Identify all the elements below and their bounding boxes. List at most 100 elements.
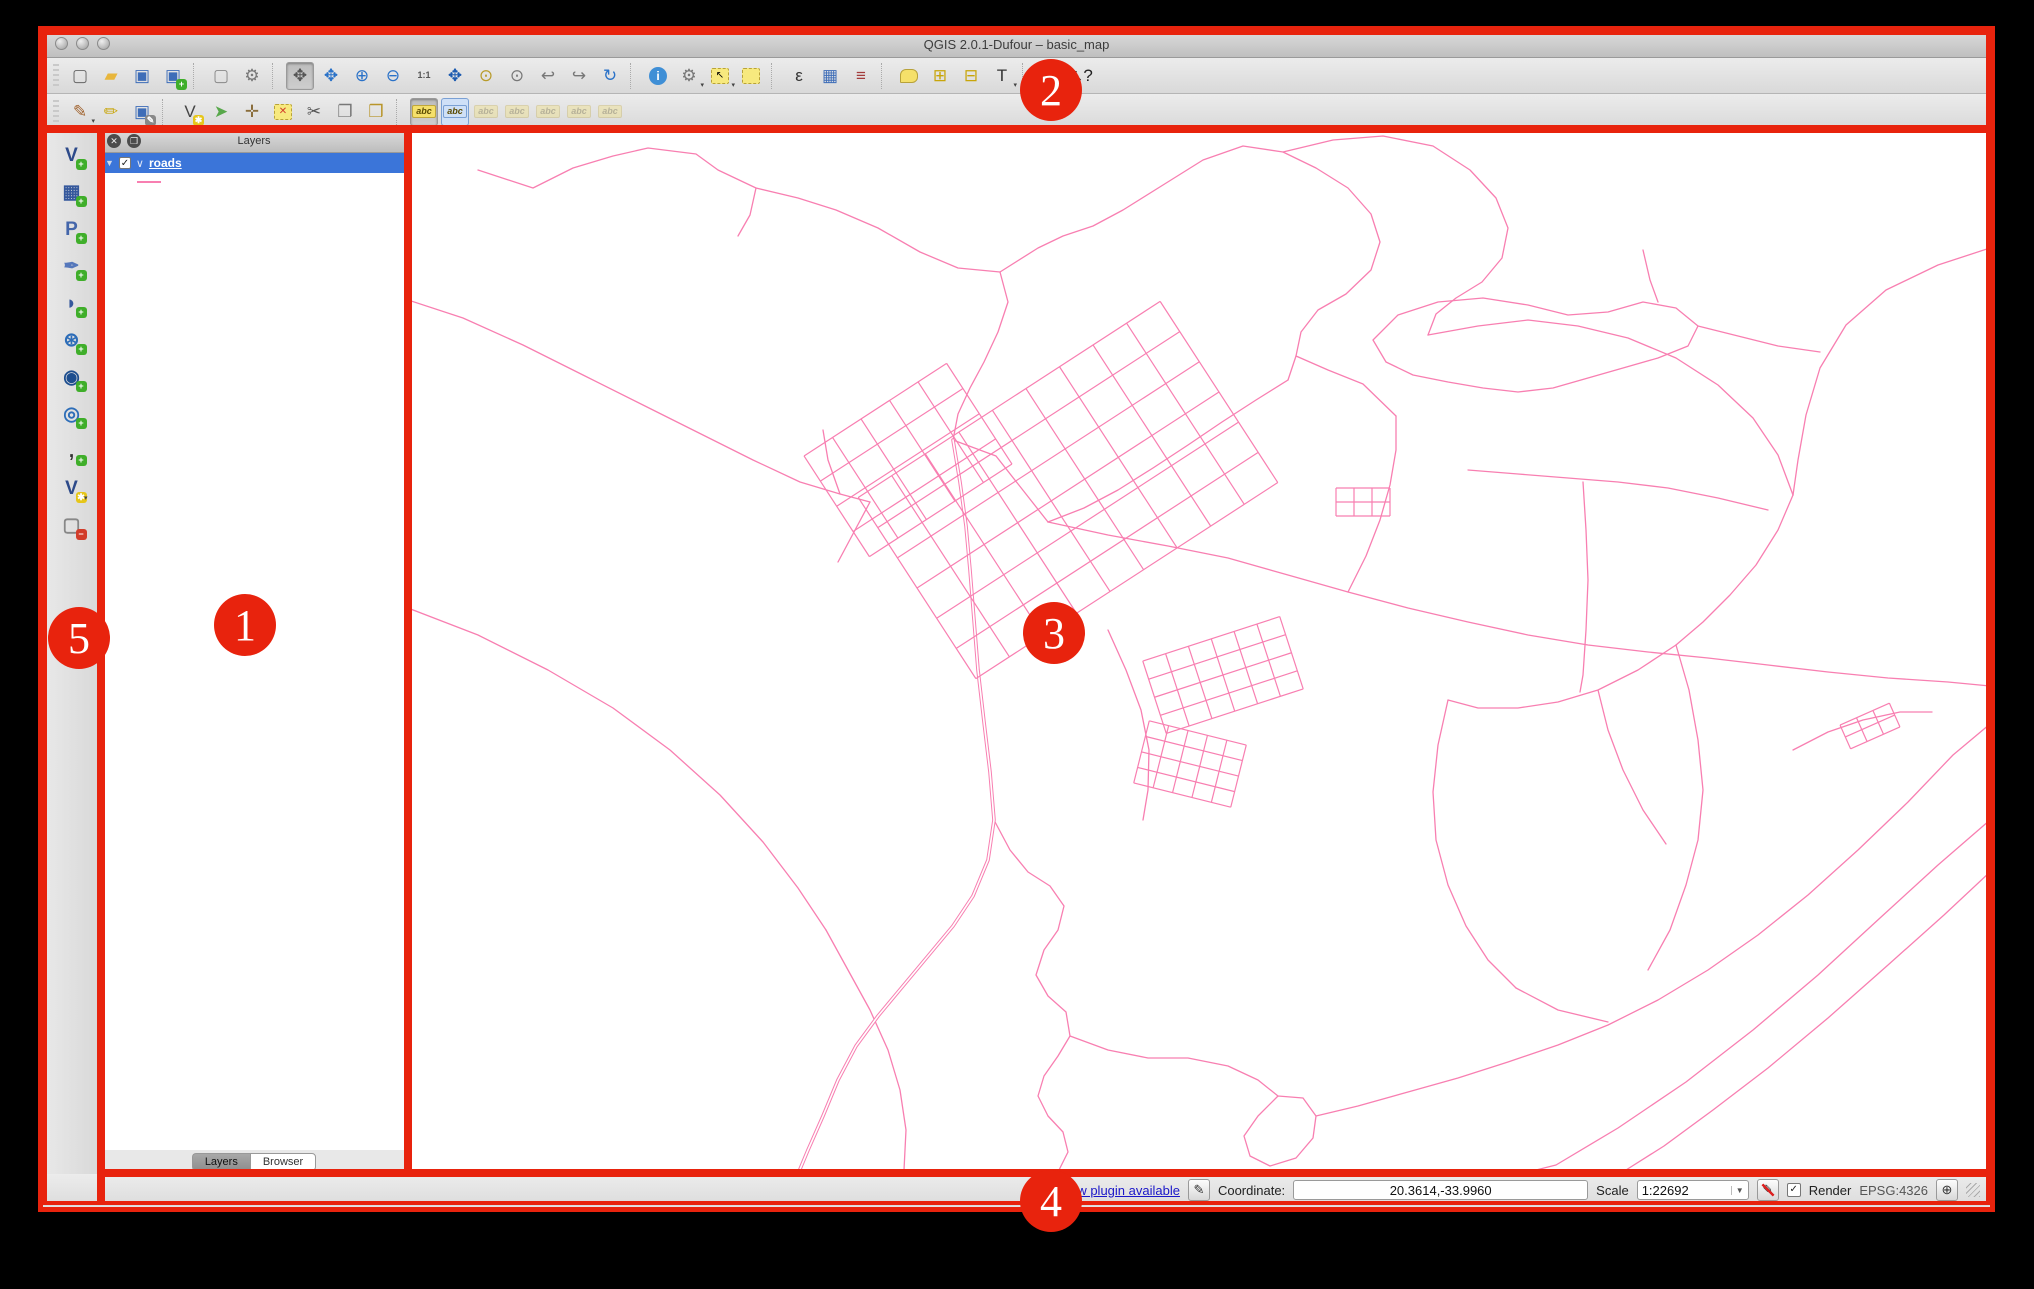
labeling-button[interactable]: abc	[410, 97, 438, 126]
select-features-icon: ↖	[711, 67, 729, 84]
tab-browser[interactable]: Browser	[249, 1153, 317, 1171]
composer-manager-button[interactable]: ⚙	[238, 62, 266, 90]
new-shapefile-layer-button[interactable]: V ✱ ▾	[57, 473, 88, 503]
attribute-table-button[interactable]: ▦	[816, 62, 844, 90]
resize-grip[interactable]	[1966, 1183, 1980, 1197]
zoom-to-layer-button[interactable]: ⊙	[503, 62, 531, 90]
toolbar-drag-handle[interactable]	[53, 63, 59, 88]
window-title: QGIS 2.0.1-Dufour – basic_map	[923, 36, 1110, 52]
deselect-features-button[interactable]	[737, 62, 765, 90]
remove-layer-button[interactable]: ▢ −	[57, 510, 87, 540]
expander-icon[interactable]: ▼	[105, 158, 114, 168]
add-raster-layer-badge-icon: +	[75, 196, 87, 207]
cut-features-button[interactable]: ✂	[300, 98, 328, 126]
add-mssql-layer-button[interactable]: ◗ +	[57, 288, 87, 318]
toggle-editing-button[interactable]: ✏	[97, 98, 125, 126]
add-raster-layer-button[interactable]: ▦ +	[57, 177, 87, 207]
tab-layers[interactable]: Layers	[191, 1153, 250, 1171]
add-spatialite-layer-button[interactable]: ✒ +	[57, 251, 87, 281]
title-bar[interactable]: QGIS 2.0.1-Dufour – basic_map	[43, 31, 1990, 58]
add-mssql-layer-badge-icon: +	[75, 307, 87, 318]
new-bookmark-button[interactable]: ⊞	[926, 62, 954, 90]
current-edits-button[interactable]: ✎ ▾	[66, 98, 95, 126]
pan-map-button[interactable]: ✥	[286, 61, 314, 90]
scale-dropdown-icon[interactable]: ▼	[1730, 1185, 1744, 1195]
zoom-next-button[interactable]: ↪	[565, 62, 593, 90]
field-calculator-button[interactable]: ε	[785, 62, 813, 90]
toolbar-drag-handle[interactable]	[53, 99, 59, 124]
select-features-button[interactable]: ↖ ▾	[706, 62, 735, 90]
layer-list[interactable]: ▼ ✓ ∨ roads	[101, 153, 407, 1150]
add-wcs-layer-button[interactable]: ◉ +	[57, 362, 87, 392]
layers-panel-header[interactable]: ✕ ❐ Layers	[101, 130, 407, 153]
add-wfs-layer-button[interactable]: ◎ +	[57, 399, 87, 429]
zoom-out-icon: ⊖	[385, 66, 401, 85]
text-annotation-button[interactable]: T ▾	[988, 62, 1017, 90]
zoom-out-button[interactable]: ⊖	[379, 62, 407, 90]
label-tool-4-button: abc	[565, 98, 593, 126]
toolbar-separator	[1022, 62, 1030, 89]
add-vector-layer-button[interactable]: V +	[57, 140, 87, 170]
layer-row-roads[interactable]: ▼ ✓ ∨ roads	[101, 153, 407, 173]
add-feature-button[interactable]: V ✱	[176, 98, 204, 126]
statistical-summary-button[interactable]: ≡	[847, 62, 875, 90]
zoom-last-button[interactable]: ↩	[534, 62, 562, 90]
zoom-native-button[interactable]: 1:1	[410, 62, 438, 90]
open-project-button[interactable]: ▰	[97, 62, 125, 90]
close-window-icon[interactable]	[55, 37, 68, 50]
add-delimited-text-layer-button[interactable]: , +	[57, 436, 87, 466]
new-shapefile-layer-dropdown-icon[interactable]: ▾	[84, 494, 88, 502]
new-project-button[interactable]: ▢	[66, 62, 94, 90]
paste-features-button[interactable]: ❒	[362, 98, 390, 126]
toolbar-separator	[771, 62, 779, 89]
plugin-pen-icon[interactable]: ✎	[1187, 1179, 1210, 1201]
help-button[interactable]: ?	[1036, 62, 1064, 90]
minimize-window-icon[interactable]	[76, 37, 89, 50]
pan-map-icon: ✥	[292, 66, 308, 85]
scale-combobox[interactable]: 1:22692 ▼	[1636, 1180, 1749, 1200]
text-annotation-dropdown-icon[interactable]: ▾	[1013, 81, 1017, 89]
paste-features-icon: ❒	[368, 102, 384, 121]
save-project-button[interactable]: ▣	[128, 62, 156, 90]
label-settings-button[interactable]: abc	[441, 97, 469, 126]
panel-close-icon[interactable]: ✕	[107, 134, 121, 148]
node-tool-icon: ✛	[244, 102, 260, 121]
toolbar-separator	[272, 62, 280, 89]
add-vector-layer-badge-icon: +	[75, 159, 87, 170]
copy-features-button[interactable]: ❐	[331, 98, 359, 126]
identify-features-button[interactable]: i	[644, 62, 672, 90]
add-postgis-layer-button[interactable]: P +	[57, 214, 87, 244]
vector-layer-icon: ∨	[135, 157, 144, 170]
red-slash-icon	[1759, 1182, 1776, 1198]
new-print-composer-button[interactable]: ▢	[207, 62, 235, 90]
add-wms-layer-button[interactable]: ⊛ +	[57, 325, 87, 355]
render-checkbox[interactable]: ✓	[1786, 1183, 1801, 1197]
current-edits-dropdown-icon[interactable]: ▾	[91, 117, 95, 125]
refresh-button[interactable]: ↻	[596, 62, 624, 90]
whats-this-button[interactable]: ↖?	[1067, 62, 1095, 90]
zoom-window-icon[interactable]	[97, 37, 110, 50]
move-feature-button[interactable]: ➤	[207, 98, 235, 126]
map-canvas[interactable]	[408, 130, 1990, 1174]
zoom-to-selection-button[interactable]: ⊙	[472, 62, 500, 90]
select-features-dropdown-icon[interactable]: ▾	[731, 81, 735, 89]
panel-float-icon[interactable]: ❐	[127, 134, 141, 148]
label-tool-2-icon: abc	[505, 105, 529, 118]
save-layer-edits-button[interactable]: ▣ ✎	[128, 98, 156, 126]
new-plugin-link[interactable]: new plugin available	[1063, 1183, 1180, 1198]
run-feature-action-dropdown-icon[interactable]: ▾	[700, 81, 704, 89]
crs-globe-icon[interactable]: ⊕	[1936, 1179, 1958, 1201]
map-tips-button[interactable]	[895, 62, 923, 90]
zoom-in-button[interactable]: ⊕	[348, 62, 376, 90]
run-feature-action-button[interactable]: ⚙ ▾	[675, 62, 704, 90]
stop-render-icon[interactable]: ✎	[1756, 1179, 1779, 1201]
delete-selected-button[interactable]: ✕	[269, 98, 297, 126]
zoom-full-button[interactable]: ✥	[441, 62, 469, 90]
coordinate-field[interactable]: 20.3614,-33.9960	[1293, 1180, 1589, 1200]
node-tool-button[interactable]: ✛	[238, 98, 266, 126]
map-tips-icon	[900, 68, 918, 83]
show-bookmarks-button[interactable]: ⊟	[957, 62, 985, 90]
save-project-as-button[interactable]: ▣ +	[159, 62, 187, 90]
pan-to-selection-button[interactable]: ✥	[317, 62, 345, 90]
layer-visibility-checkbox[interactable]: ✓	[118, 157, 131, 169]
